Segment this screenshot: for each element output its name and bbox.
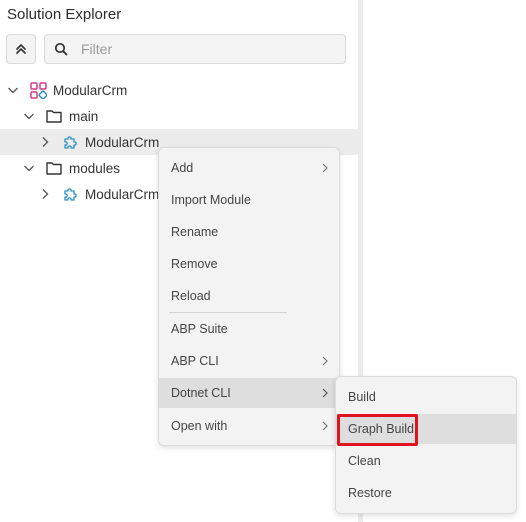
- tree-item-main-folder[interactable]: main: [0, 103, 358, 129]
- menu-item-remove[interactable]: Remove: [159, 249, 339, 279]
- chevron-down-icon[interactable]: [22, 161, 36, 175]
- menu-separator: [169, 312, 287, 313]
- puzzle-icon: [61, 133, 79, 151]
- tree-item-label: modules: [69, 160, 121, 176]
- puzzle-icon: [61, 185, 79, 203]
- menu-item-open-with[interactable]: Open with: [159, 411, 339, 441]
- panel-title: Solution Explorer: [7, 6, 122, 23]
- menu-item-rename[interactable]: Rename: [159, 217, 339, 247]
- filter-input[interactable]: [81, 39, 331, 59]
- tree-item-label: main: [69, 108, 99, 124]
- tree-item-label: ModularCrm: [85, 186, 160, 202]
- double-chevron-up-icon: [16, 44, 26, 54]
- chevron-right-icon: [322, 163, 328, 173]
- menu-item-reload[interactable]: Reload: [159, 281, 339, 311]
- context-menu: Add Import Module Rename Remove Reload A…: [158, 147, 340, 446]
- menu-item-build[interactable]: Build: [336, 382, 516, 412]
- menu-item-restore[interactable]: Restore: [336, 478, 516, 508]
- menu-item-add[interactable]: Add: [159, 153, 339, 183]
- chevron-right-icon[interactable]: [38, 135, 52, 149]
- chevron-down-icon[interactable]: [22, 109, 36, 123]
- highlight-annotation: [337, 414, 418, 446]
- filter-box: [44, 34, 346, 64]
- chevron-down-icon[interactable]: [6, 83, 20, 97]
- tree-item-label: ModularCrm: [53, 82, 128, 98]
- menu-item-dotnet-cli[interactable]: Dotnet CLI: [159, 378, 339, 408]
- menu-item-abp-cli[interactable]: ABP CLI: [159, 346, 339, 376]
- collapse-all-button[interactable]: [6, 34, 36, 64]
- chevron-right-icon: [322, 388, 328, 398]
- menu-item-import-module[interactable]: Import Module: [159, 185, 339, 215]
- folder-icon: [45, 107, 63, 125]
- solution-grid-icon: [29, 81, 47, 99]
- chevron-right-icon[interactable]: [38, 187, 52, 201]
- folder-icon: [45, 159, 63, 177]
- chevron-right-icon: [322, 356, 328, 366]
- chevron-right-icon: [322, 421, 328, 431]
- search-icon: [54, 42, 68, 56]
- tree-item-solution-root[interactable]: ModularCrm: [0, 77, 358, 103]
- menu-item-clean[interactable]: Clean: [336, 446, 516, 476]
- tree-item-label: ModularCrm: [85, 134, 160, 150]
- menu-item-abp-suite[interactable]: ABP Suite: [159, 314, 339, 344]
